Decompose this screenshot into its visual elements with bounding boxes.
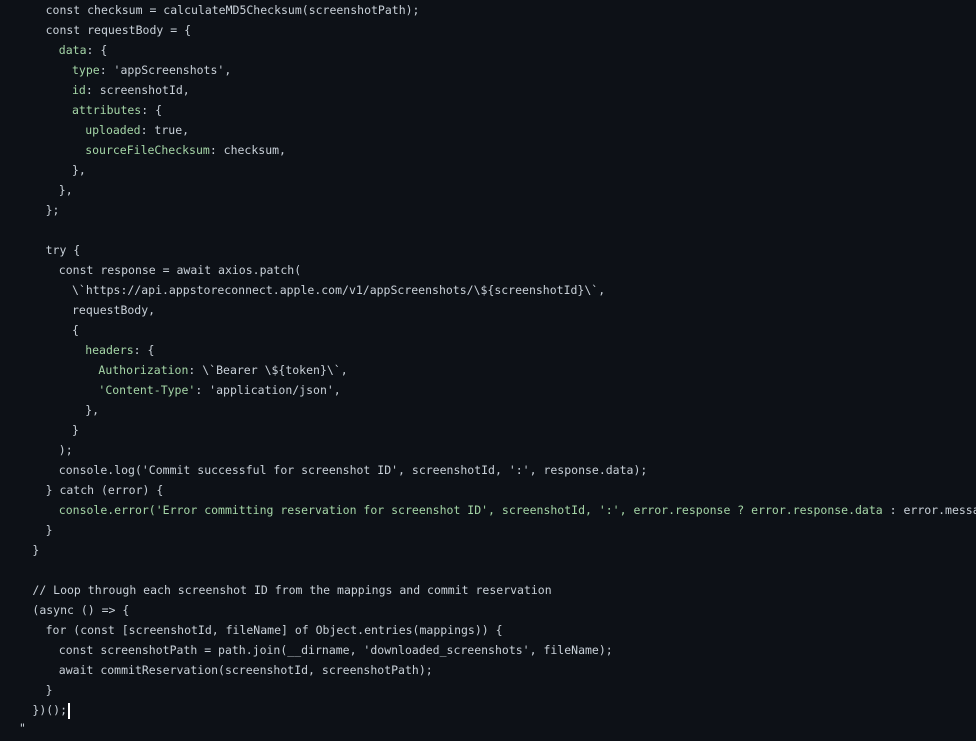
code-token: },: [85, 403, 100, 417]
code-token: },: [72, 163, 86, 177]
code-line[interactable]: // Loop through each screenshot ID from …: [32, 580, 551, 600]
code-token: const requestBody = {: [45, 23, 191, 37]
code-line[interactable]: const response = await axios.patch(: [59, 260, 301, 280]
code-token: sourceFileChecksum: [85, 143, 210, 157]
code-token: (async () => {: [32, 603, 130, 617]
code-line[interactable]: data: {: [59, 40, 107, 60]
code-line[interactable]: },: [72, 160, 86, 180]
code-token: }: [45, 523, 53, 537]
code-token: uploaded: [85, 123, 141, 137]
code-line[interactable]: requestBody,: [72, 300, 155, 320]
code-line[interactable]: },: [59, 180, 73, 200]
code-line[interactable]: await commitReservation(screenshotId, sc…: [59, 660, 433, 680]
code-token: } catch (error) {: [45, 483, 164, 497]
code-line[interactable]: const requestBody = {: [46, 20, 191, 40]
code-token: requestBody,: [72, 303, 156, 317]
code-token: : screenshotId,: [85, 83, 190, 97]
code-token: type: [72, 63, 100, 77]
code-line[interactable]: \`https://api.appstoreconnect.apple.com/…: [72, 280, 605, 300]
code-token: console.error('Error committing reservat…: [58, 503, 883, 517]
code-line[interactable]: console.error('Error committing reservat…: [59, 500, 976, 520]
code-line[interactable]: }: [46, 680, 53, 700]
code-token: attributes: [72, 103, 142, 117]
code-line[interactable]: }: [46, 520, 53, 540]
code-line[interactable]: })();: [32, 700, 71, 720]
code-token: }: [32, 543, 40, 557]
code-token: const response = await axios.patch(: [58, 263, 302, 277]
code-token: for (const [screenshotId, fileName] of O…: [45, 623, 503, 637]
code-token: : checksum,: [209, 143, 286, 157]
code-line[interactable]: for (const [screenshotId, fileName] of O…: [46, 620, 503, 640]
code-line[interactable]: headers: {: [85, 340, 154, 360]
code-token: 'Content-Type': [98, 383, 196, 397]
code-editor[interactable]: const checksum = calculateMD5Checksum(sc…: [0, 0, 976, 741]
code-line[interactable]: 'Content-Type': 'application/json',: [98, 380, 340, 400]
trailing-quote-mark: ": [19, 721, 26, 735]
code-token: : true,: [140, 123, 190, 137]
code-token: },: [58, 183, 73, 197]
code-token: const checksum = calculateMD5Checksum(sc…: [45, 3, 420, 17]
code-line[interactable]: };: [46, 200, 60, 220]
code-token: })();: [32, 703, 68, 717]
code-line[interactable]: const checksum = calculateMD5Checksum(sc…: [46, 0, 420, 20]
code-token: );: [58, 443, 73, 457]
code-line[interactable]: },: [85, 400, 99, 420]
code-line[interactable]: } catch (error) {: [46, 480, 164, 500]
code-line[interactable]: }: [72, 420, 79, 440]
code-token: }: [72, 423, 79, 437]
code-token: : {: [133, 343, 155, 357]
code-line[interactable]: }: [32, 540, 39, 560]
code-line[interactable]: uploaded: true,: [85, 120, 189, 140]
code-line[interactable]: sourceFileChecksum: checksum,: [85, 140, 286, 160]
code-token: : 'appScreenshots',: [99, 63, 232, 77]
code-line[interactable]: attributes: {: [72, 100, 162, 120]
code-token: // Loop through each screenshot ID from …: [32, 583, 552, 597]
code-line[interactable]: id: screenshotId,: [72, 80, 190, 100]
code-token: Authorization: [98, 363, 189, 377]
code-token: }: [45, 683, 53, 697]
code-line[interactable]: const screenshotPath = path.join(__dirna…: [59, 640, 613, 660]
code-line[interactable]: console.log('Commit successful for scree…: [59, 460, 648, 480]
code-token: {: [72, 323, 79, 337]
code-token: await commitReservation(screenshotId, sc…: [58, 663, 433, 677]
code-token: id: [72, 83, 86, 97]
code-line[interactable]: try {: [46, 240, 81, 260]
code-token: : {: [141, 103, 163, 117]
code-token: try {: [45, 243, 81, 257]
code-line[interactable]: Authorization: \`Bearer \${token}\`,: [98, 360, 347, 380]
code-token: : 'application/json',: [195, 383, 341, 397]
code-line[interactable]: {: [72, 320, 79, 340]
code-line[interactable]: );: [59, 440, 73, 460]
code-line[interactable]: (async () => {: [32, 600, 129, 620]
code-token: \`https://api.appstoreconnect.apple.com/…: [72, 283, 606, 297]
code-token: const screenshotPath = path.join(__dirna…: [58, 643, 613, 657]
code-line[interactable]: type: 'appScreenshots',: [72, 60, 231, 80]
code-token: : {: [86, 43, 108, 57]
code-token: : \`Bearer \${token}\`,: [188, 363, 348, 377]
code-token: };: [45, 203, 60, 217]
text-cursor: [68, 702, 71, 719]
code-token: : error.message);: [889, 503, 976, 517]
code-token: console.log('Commit successful for scree…: [58, 463, 648, 477]
code-token: data: [58, 43, 87, 57]
code-token: headers: [85, 343, 134, 357]
